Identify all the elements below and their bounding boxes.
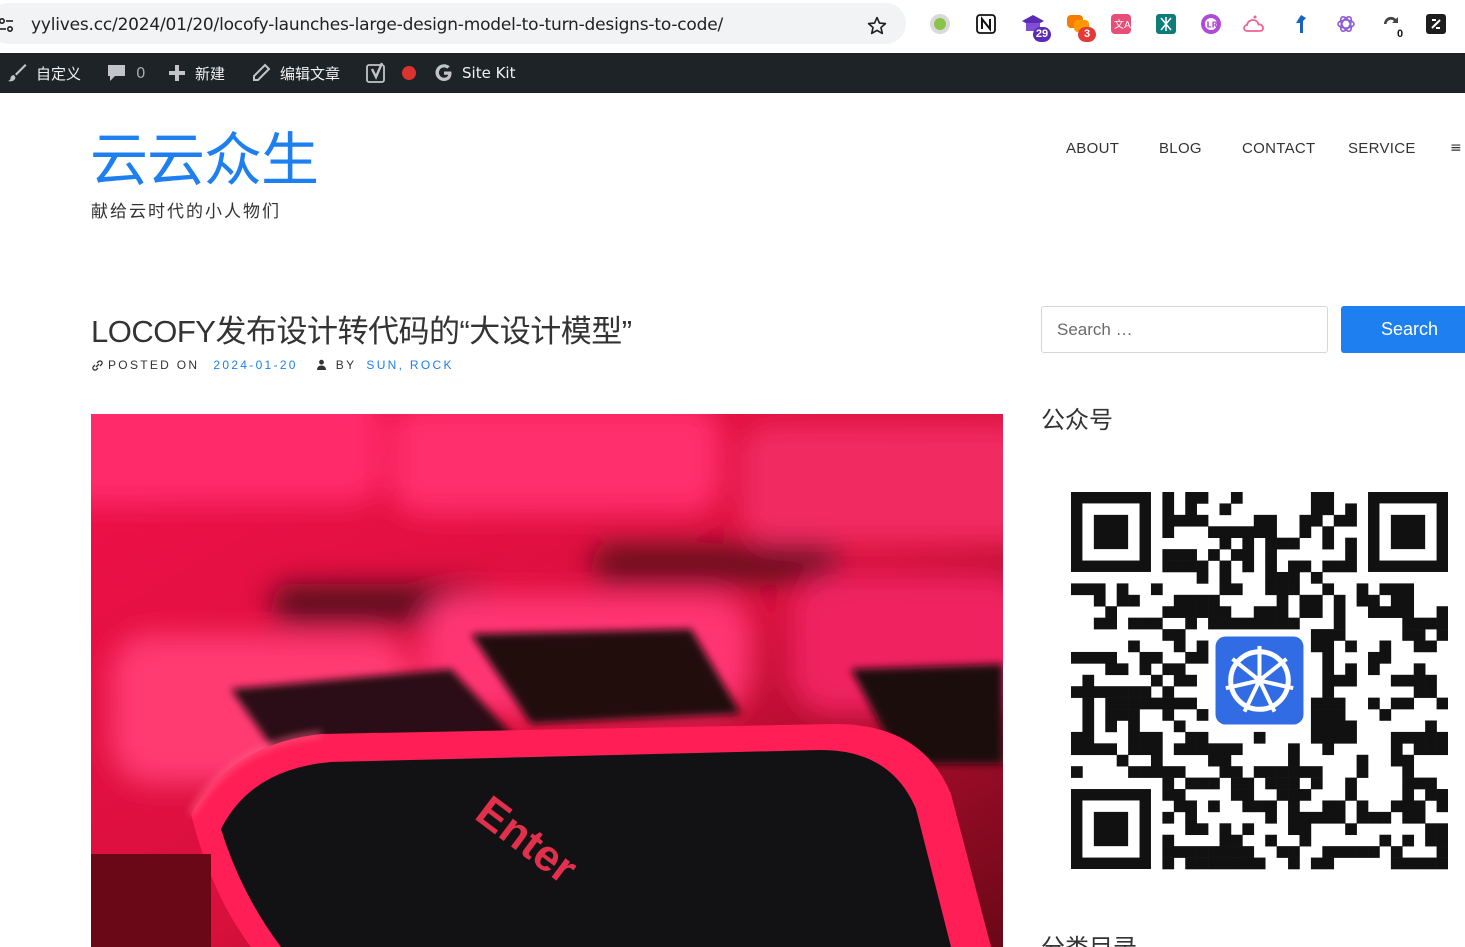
translate-extension-icon[interactable]: 文A: [1109, 12, 1133, 36]
notion-extension-icon[interactable]: [974, 12, 998, 36]
status-dot-extension-icon[interactable]: [928, 12, 952, 36]
paintbrush-icon: [8, 64, 27, 82]
adminbar-site-kit-label: Site Kit: [462, 64, 516, 82]
school-extension-badge: 29: [1033, 27, 1051, 42]
pencil-icon: [253, 63, 271, 81]
comment-bubble-icon: [108, 65, 125, 81]
featured-image: Enter: [91, 414, 1003, 947]
nav-item-service[interactable]: SERVICE: [1348, 140, 1416, 157]
adminbar-yoast[interactable]: [366, 53, 416, 93]
author-icon: [316, 359, 326, 370]
yoast-icon: [366, 62, 385, 83]
adminbar-edit-post[interactable]: 编辑文章: [250, 53, 340, 93]
chat-extension-icon[interactable]: 3: [1066, 12, 1096, 42]
svg-text:LR: LR: [1207, 21, 1218, 30]
menu-toggle-icon[interactable]: ≡: [1450, 140, 1462, 156]
wechat-widget-title: 公众号: [1041, 406, 1113, 434]
adminbar-new[interactable]: 新建: [167, 53, 225, 93]
google-g-icon: [435, 64, 452, 81]
adminbar-edit-label: 编辑文章: [280, 64, 341, 83]
adminbar-customize-label: 自定义: [36, 64, 82, 83]
openai-extension-icon[interactable]: [1334, 12, 1358, 36]
site-description: 献给云时代的小人物们: [91, 202, 281, 222]
svg-text:文A: 文A: [1114, 18, 1131, 31]
adminbar-new-label: 新建: [195, 64, 226, 83]
url-text[interactable]: yylives.cc/2024/01/20/locofy-launches-la…: [31, 15, 723, 35]
sync-extension-badge: 0: [1396, 28, 1404, 40]
search-input[interactable]: [1041, 306, 1328, 353]
site-title[interactable]: 云云众生: [90, 126, 319, 194]
nav-item-about[interactable]: ABOUT: [1066, 140, 1119, 157]
adminbar-site-kit[interactable]: Site Kit: [434, 53, 515, 93]
bookmark-star-icon[interactable]: [866, 15, 888, 37]
posted-on-label: POSTED ON: [108, 358, 200, 372]
categories-widget-title: 分类目录: [1041, 928, 1137, 947]
plus-icon: [169, 65, 185, 81]
post-meta: POSTED ON 2024-01-20 BY SUN, ROCK: [91, 357, 454, 373]
browser-toolbar: yylives.cc/2024/01/20/locofy-launches-la…: [0, 0, 1465, 53]
seo-status-dot-icon: [402, 66, 416, 80]
adminbar-comments[interactable]: 0: [106, 53, 146, 93]
wp-admin-bar: 自定义 0 新建 编辑文章 Site Kit: [0, 53, 1465, 93]
cloud-extension-icon[interactable]: [1243, 12, 1267, 36]
post-author-link[interactable]: SUN, ROCK: [366, 358, 453, 372]
nav-item-blog[interactable]: BLOG: [1159, 140, 1202, 157]
post-date-link[interactable]: 2024-01-20: [213, 358, 297, 372]
search-button[interactable]: Search: [1341, 306, 1465, 353]
lr-extension-icon[interactable]: LR: [1199, 12, 1223, 36]
site-info-icon[interactable]: [0, 17, 14, 33]
nav-item-contact[interactable]: CONTACT: [1242, 140, 1315, 157]
adminbar-customize[interactable]: 自定义: [6, 53, 81, 93]
arrow-extension-icon[interactable]: [1289, 12, 1313, 36]
dark-extension-icon[interactable]: [1424, 12, 1448, 36]
post-title: LOCOFY发布设计转代码的“大设计模型”: [91, 314, 632, 349]
link-icon: [92, 359, 103, 371]
address-bar[interactable]: yylives.cc/2024/01/20/locofy-launches-la…: [0, 3, 906, 44]
sync-extension-icon[interactable]: 0: [1379, 12, 1403, 40]
mind-extension-icon[interactable]: [1154, 12, 1178, 36]
adminbar-comments-count: 0: [136, 64, 146, 82]
wechat-qr-code: [1071, 492, 1448, 870]
school-extension-icon[interactable]: 29: [1021, 12, 1051, 42]
chat-extension-badge: 3: [1078, 27, 1096, 42]
by-label: BY: [335, 358, 357, 372]
